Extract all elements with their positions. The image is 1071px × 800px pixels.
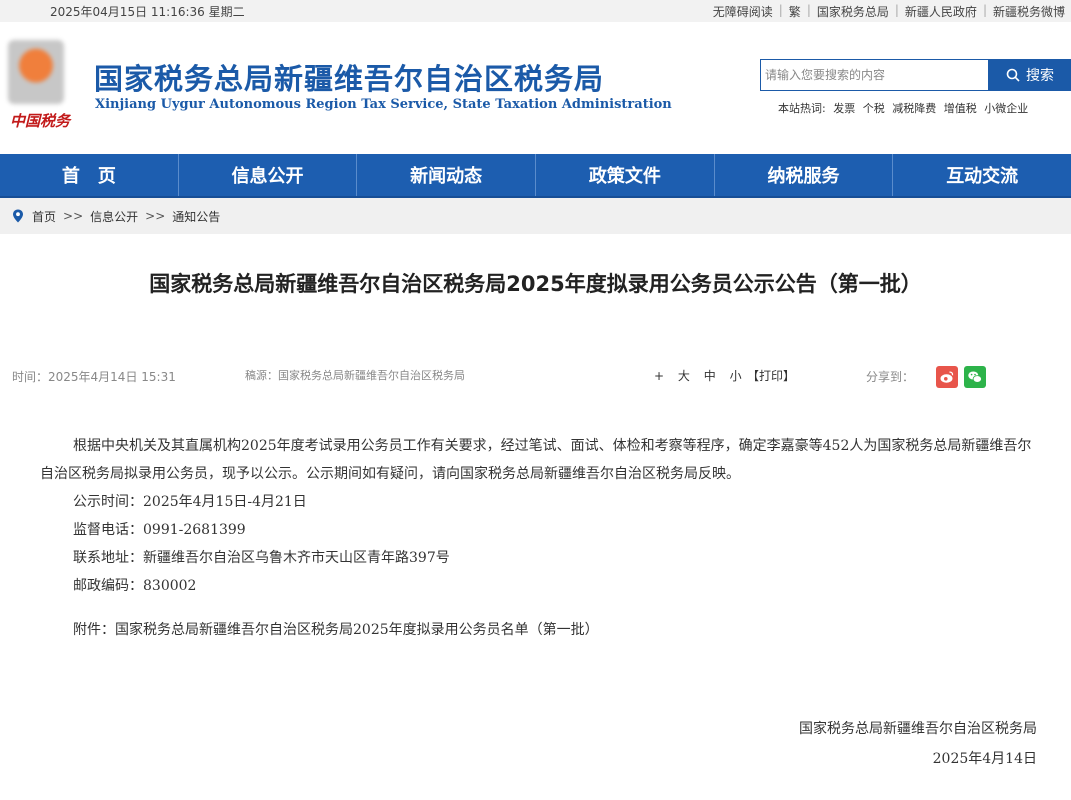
nav-item-home[interactable]: 首 页 bbox=[0, 154, 179, 196]
article-body: 根据中央机关及其直属机构2025年度考试录用公务员工作有关要求，经过笔试、面试、… bbox=[40, 432, 1040, 644]
hot-word[interactable]: 小微企业 bbox=[984, 102, 1028, 115]
nav-item-interaction[interactable]: 互动交流 bbox=[893, 154, 1071, 196]
notice-period: 公示时间：2025年4月15日-4月21日 bbox=[73, 494, 307, 510]
breadcrumb-info-disclosure[interactable]: 信息公开 bbox=[90, 208, 138, 225]
search-box: 搜索 bbox=[760, 59, 1071, 91]
hot-words: 本站热词: 发票 个税 减税降费 增值税 小微企业 bbox=[778, 100, 1032, 116]
wechat-share-icon[interactable] bbox=[964, 366, 986, 388]
traditional-chinese-link[interactable]: 繁 bbox=[783, 3, 807, 20]
signature-block: 国家税务总局新疆维吾尔自治区税务局 2025年4月14日 bbox=[799, 714, 1037, 774]
font-size-controls: + 大 中 小 bbox=[654, 367, 752, 384]
postal-code: 邮政编码：830002 bbox=[73, 578, 197, 594]
hot-words-label: 本站热词: bbox=[778, 102, 826, 115]
article-meta: 时间：2025年4月14日 15:31 稿源：国家税务总局新疆维吾尔自治区税务局… bbox=[0, 364, 1071, 388]
location-pin-icon bbox=[13, 209, 23, 223]
signature-org: 国家税务总局新疆维吾尔自治区税务局 bbox=[799, 721, 1037, 737]
font-small[interactable]: 小 bbox=[730, 369, 742, 383]
site-logo[interactable] bbox=[8, 40, 64, 104]
breadcrumb: 首页 >> 信息公开 >> 通知公告 bbox=[0, 198, 1071, 234]
sta-link[interactable]: 国家税务总局 bbox=[811, 3, 895, 20]
article-source: 稿源：国家税务总局新疆维吾尔自治区税务局 bbox=[245, 369, 465, 382]
search-button[interactable]: 搜索 bbox=[989, 59, 1071, 91]
article-paragraph: 根据中央机关及其直属机构2025年度考试录用公务员工作有关要求，经过笔试、面试、… bbox=[40, 438, 1032, 482]
accessibility-link[interactable]: 无障碍阅读 bbox=[707, 3, 779, 20]
attachment-link[interactable]: 附件：国家税务总局新疆维吾尔自治区税务局2025年度拟录用公务员名单（第一批） bbox=[40, 616, 1040, 644]
hot-word[interactable]: 发票 bbox=[833, 102, 855, 115]
search-icon bbox=[1006, 68, 1020, 82]
nav-item-tax-service[interactable]: 纳税服务 bbox=[715, 154, 894, 196]
hot-word[interactable]: 增值税 bbox=[944, 102, 977, 115]
nav-item-policy[interactable]: 政策文件 bbox=[536, 154, 715, 196]
search-button-label: 搜索 bbox=[1026, 68, 1054, 84]
nav-item-info-disclosure[interactable]: 信息公开 bbox=[179, 154, 358, 196]
print-button[interactable]: 【打印】 bbox=[747, 367, 795, 384]
font-increase[interactable]: + bbox=[654, 369, 664, 383]
breadcrumb-home[interactable]: 首页 bbox=[32, 208, 56, 225]
xinjiang-gov-link[interactable]: 新疆人民政府 bbox=[899, 3, 983, 20]
hot-word[interactable]: 减税降费 bbox=[892, 102, 936, 115]
publish-time: 时间：2025年4月14日 15:31 bbox=[12, 370, 176, 384]
signature-date: 2025年4月14日 bbox=[932, 751, 1037, 767]
weibo-link[interactable]: 新疆税务微博 bbox=[987, 3, 1071, 20]
font-large[interactable]: 大 bbox=[678, 369, 690, 383]
current-datetime: 2025年04月15日 11:16:36 星期二 bbox=[50, 5, 245, 19]
main-nav: 首 页 信息公开 新闻动态 政策文件 纳税服务 互动交流 bbox=[0, 154, 1071, 198]
search-input[interactable] bbox=[760, 59, 989, 91]
supervision-phone: 监督电话：0991-2681399 bbox=[73, 522, 246, 538]
top-links: 无障碍阅读 | 繁 | 国家税务总局 | 新疆人民政府 | 新疆税务微博 bbox=[707, 3, 1071, 20]
breadcrumb-notices[interactable]: 通知公告 bbox=[172, 208, 220, 225]
contact-address: 联系地址：新疆维吾尔自治区乌鲁木齐市天山区青年路397号 bbox=[73, 550, 450, 566]
hot-word[interactable]: 个税 bbox=[863, 102, 885, 115]
nav-item-news[interactable]: 新闻动态 bbox=[357, 154, 537, 196]
weibo-share-icon[interactable] bbox=[936, 366, 958, 388]
breadcrumb-separator: >> bbox=[145, 209, 166, 223]
font-medium[interactable]: 中 bbox=[704, 369, 716, 383]
site-subtitle: Xinjiang Uygur Autonomous Region Tax Ser… bbox=[95, 97, 672, 112]
share-label: 分享到： bbox=[866, 370, 915, 384]
site-title: 国家税务总局新疆维吾尔自治区税务局 bbox=[94, 62, 605, 96]
breadcrumb-separator: >> bbox=[63, 209, 84, 223]
china-tax-seal: 中国税务 bbox=[10, 112, 71, 130]
site-header: 中国税务 国家税务总局新疆维吾尔自治区税务局 Xinjiang Uygur Au… bbox=[0, 22, 1071, 154]
article-title: 国家税务总局新疆维吾尔自治区税务局2025年度拟录用公务员公示公告（第一批） bbox=[149, 272, 922, 296]
top-bar: 2025年04月15日 11:16:36 星期二 无障碍阅读 | 繁 | 国家税… bbox=[0, 0, 1071, 22]
